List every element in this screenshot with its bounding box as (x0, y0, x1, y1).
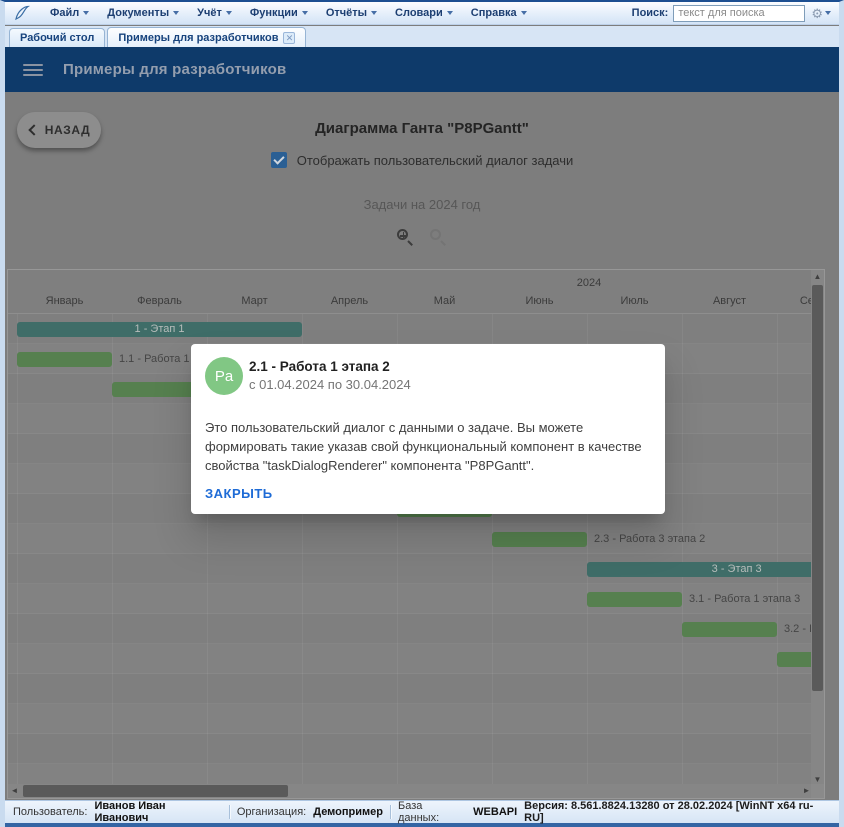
gantt-subtitle: Задачи на 2024 год (5, 197, 839, 212)
chevron-down-icon (825, 11, 831, 15)
gantt-gridline (682, 314, 683, 786)
app-header-title: Примеры для разработчиков (63, 61, 286, 78)
chevron-down-icon (173, 11, 179, 15)
zoom-out-icon (430, 229, 447, 246)
gantt-row (8, 674, 813, 704)
gantt-bar-stage[interactable]: 3 - Этап 3 (587, 562, 813, 577)
gantt-gridline (17, 314, 18, 786)
task-dialog-body: Это пользовательский диалог с данными о … (205, 418, 649, 475)
scroll-up-icon[interactable]: ▲ (811, 270, 824, 283)
gantt-bar-work[interactable] (587, 592, 682, 607)
menu-item-учёт[interactable]: Учёт (188, 5, 241, 21)
menu-items: ФайлДокументыУчётФункцииОтчётыСловариСпр… (41, 5, 536, 21)
scroll-left-icon[interactable]: ◄ (8, 784, 21, 798)
gantt-bar-label: 2.3 - Работа 3 этапа 2 (594, 532, 705, 547)
show-dialog-checkbox-label: Отображать пользовательский диалог задач… (297, 153, 574, 168)
gantt-months-row: ЯнварьФевральМартАпрельМайИюньИюльАвгуст… (8, 292, 813, 314)
month-label: Апрель (302, 295, 397, 307)
gantt-gridline (777, 314, 778, 786)
chevron-down-icon (226, 11, 232, 15)
task-dialog-title: 2.1 - Работа 1 этапа 2 (249, 359, 390, 374)
month-label: Сентябрь (777, 295, 813, 307)
status-separator (229, 805, 230, 819)
vertical-scrollbar[interactable]: ▲ ▼ (811, 270, 824, 786)
gantt-bar-work[interactable] (492, 532, 587, 547)
tab-strip: Рабочий стол Примеры для разработчиков ✕ (5, 26, 839, 47)
month-label: Январь (17, 295, 112, 307)
chevron-down-icon (371, 11, 377, 15)
gantt-row (8, 644, 813, 674)
gantt-bar-label: 3.1 - Работа 1 этапа 3 (689, 592, 800, 607)
gantt-bar-label: 3 - Этап 3 (587, 562, 813, 577)
gantt-year-row: 2024 (8, 270, 813, 292)
chevron-down-icon (83, 11, 89, 15)
task-avatar: Pa (205, 357, 243, 395)
status-bar: Пользователь: Иванов Иван Иванович Орган… (5, 800, 839, 827)
chevron-down-icon (521, 11, 527, 15)
tab-examples-label: Примеры для разработчиков (118, 32, 278, 44)
tab-desktop[interactable]: Рабочий стол (9, 28, 105, 47)
gantt-bar-label: 3.2 - Работа 2 этапа 3 (784, 622, 813, 637)
gantt-row (8, 704, 813, 734)
month-label: Июль (587, 295, 682, 307)
gear-icon: ⚙ (811, 7, 823, 20)
show-dialog-checkbox[interactable] (271, 152, 287, 168)
search-label: Поиск: (632, 7, 669, 19)
version-info: Версия: 8.561.8824.13280 от 28.02.2024 [… (524, 800, 831, 824)
db-value: WEBAPI (473, 806, 517, 818)
gantt-bar-work[interactable] (777, 652, 813, 667)
tab-close-icon[interactable]: ✕ (283, 32, 295, 44)
menu-item-функции[interactable]: Функции (241, 5, 317, 21)
month-label: Март (207, 295, 302, 307)
chevron-down-icon (447, 11, 453, 15)
gantt-row (8, 734, 813, 764)
month-label: Май (397, 295, 492, 307)
horizontal-scrollbar-thumb[interactable] (23, 785, 288, 797)
gantt-year-label: 2024 (559, 277, 619, 289)
main-menubar: ФайлДокументыУчётФункцииОтчётыСловариСпр… (5, 2, 839, 25)
horizontal-scrollbar[interactable]: ◄ ► (8, 784, 813, 798)
search-settings-button[interactable]: ⚙ (811, 7, 831, 20)
task-dialog: Pa 2.1 - Работа 1 этапа 2 с 01.04.2024 п… (191, 344, 665, 514)
tab-examples[interactable]: Примеры для разработчиков ✕ (107, 27, 306, 47)
menu-item-справка[interactable]: Справка (462, 5, 536, 21)
gantt-bar-label: 1 - Этап 1 (17, 322, 302, 337)
menu-item-файл[interactable]: Файл (41, 5, 98, 21)
hamburger-menu-icon[interactable] (23, 64, 43, 76)
dialog-close-button[interactable]: ЗАКРЫТЬ (205, 486, 273, 501)
app-header: Примеры для разработчиков (5, 47, 839, 92)
search-input[interactable] (673, 5, 805, 22)
tab-desktop-label: Рабочий стол (20, 32, 94, 44)
month-label: Август (682, 295, 777, 307)
user-value: Иванов Иван Иванович (94, 800, 221, 824)
gantt-bar-work[interactable] (17, 352, 112, 367)
status-separator (390, 805, 391, 819)
user-label: Пользователь: (13, 806, 87, 818)
menu-item-отчёты[interactable]: Отчёты (317, 5, 386, 21)
vertical-scrollbar-thumb[interactable] (812, 285, 823, 691)
gantt-row (8, 764, 813, 786)
zoom-controls (5, 229, 839, 246)
org-label: Организация: (237, 806, 306, 818)
zoom-in-icon[interactable] (397, 229, 414, 246)
app-logo-quill-icon (13, 5, 31, 21)
db-label: База данных: (398, 800, 466, 824)
task-dialog-dates: с 01.04.2024 по 30.04.2024 (249, 377, 411, 392)
application-window: ФайлДокументыУчётФункцииОтчётыСловариСпр… (0, 0, 844, 827)
scrollbar-corner (811, 784, 824, 798)
chevron-down-icon (302, 11, 308, 15)
month-label: Февраль (112, 295, 207, 307)
dialog-checkbox-row: Отображать пользовательский диалог задач… (5, 152, 839, 168)
menu-item-документы[interactable]: Документы (98, 5, 188, 21)
gantt-bar-stage[interactable]: 1 - Этап 1 (17, 322, 302, 337)
org-value: Демопример (313, 806, 383, 818)
page-title: Диаграмма Ганта "P8PGantt" (5, 120, 839, 137)
gantt-bar-work[interactable] (682, 622, 777, 637)
month-label: Июнь (492, 295, 587, 307)
menu-item-словари[interactable]: Словари (386, 5, 462, 21)
